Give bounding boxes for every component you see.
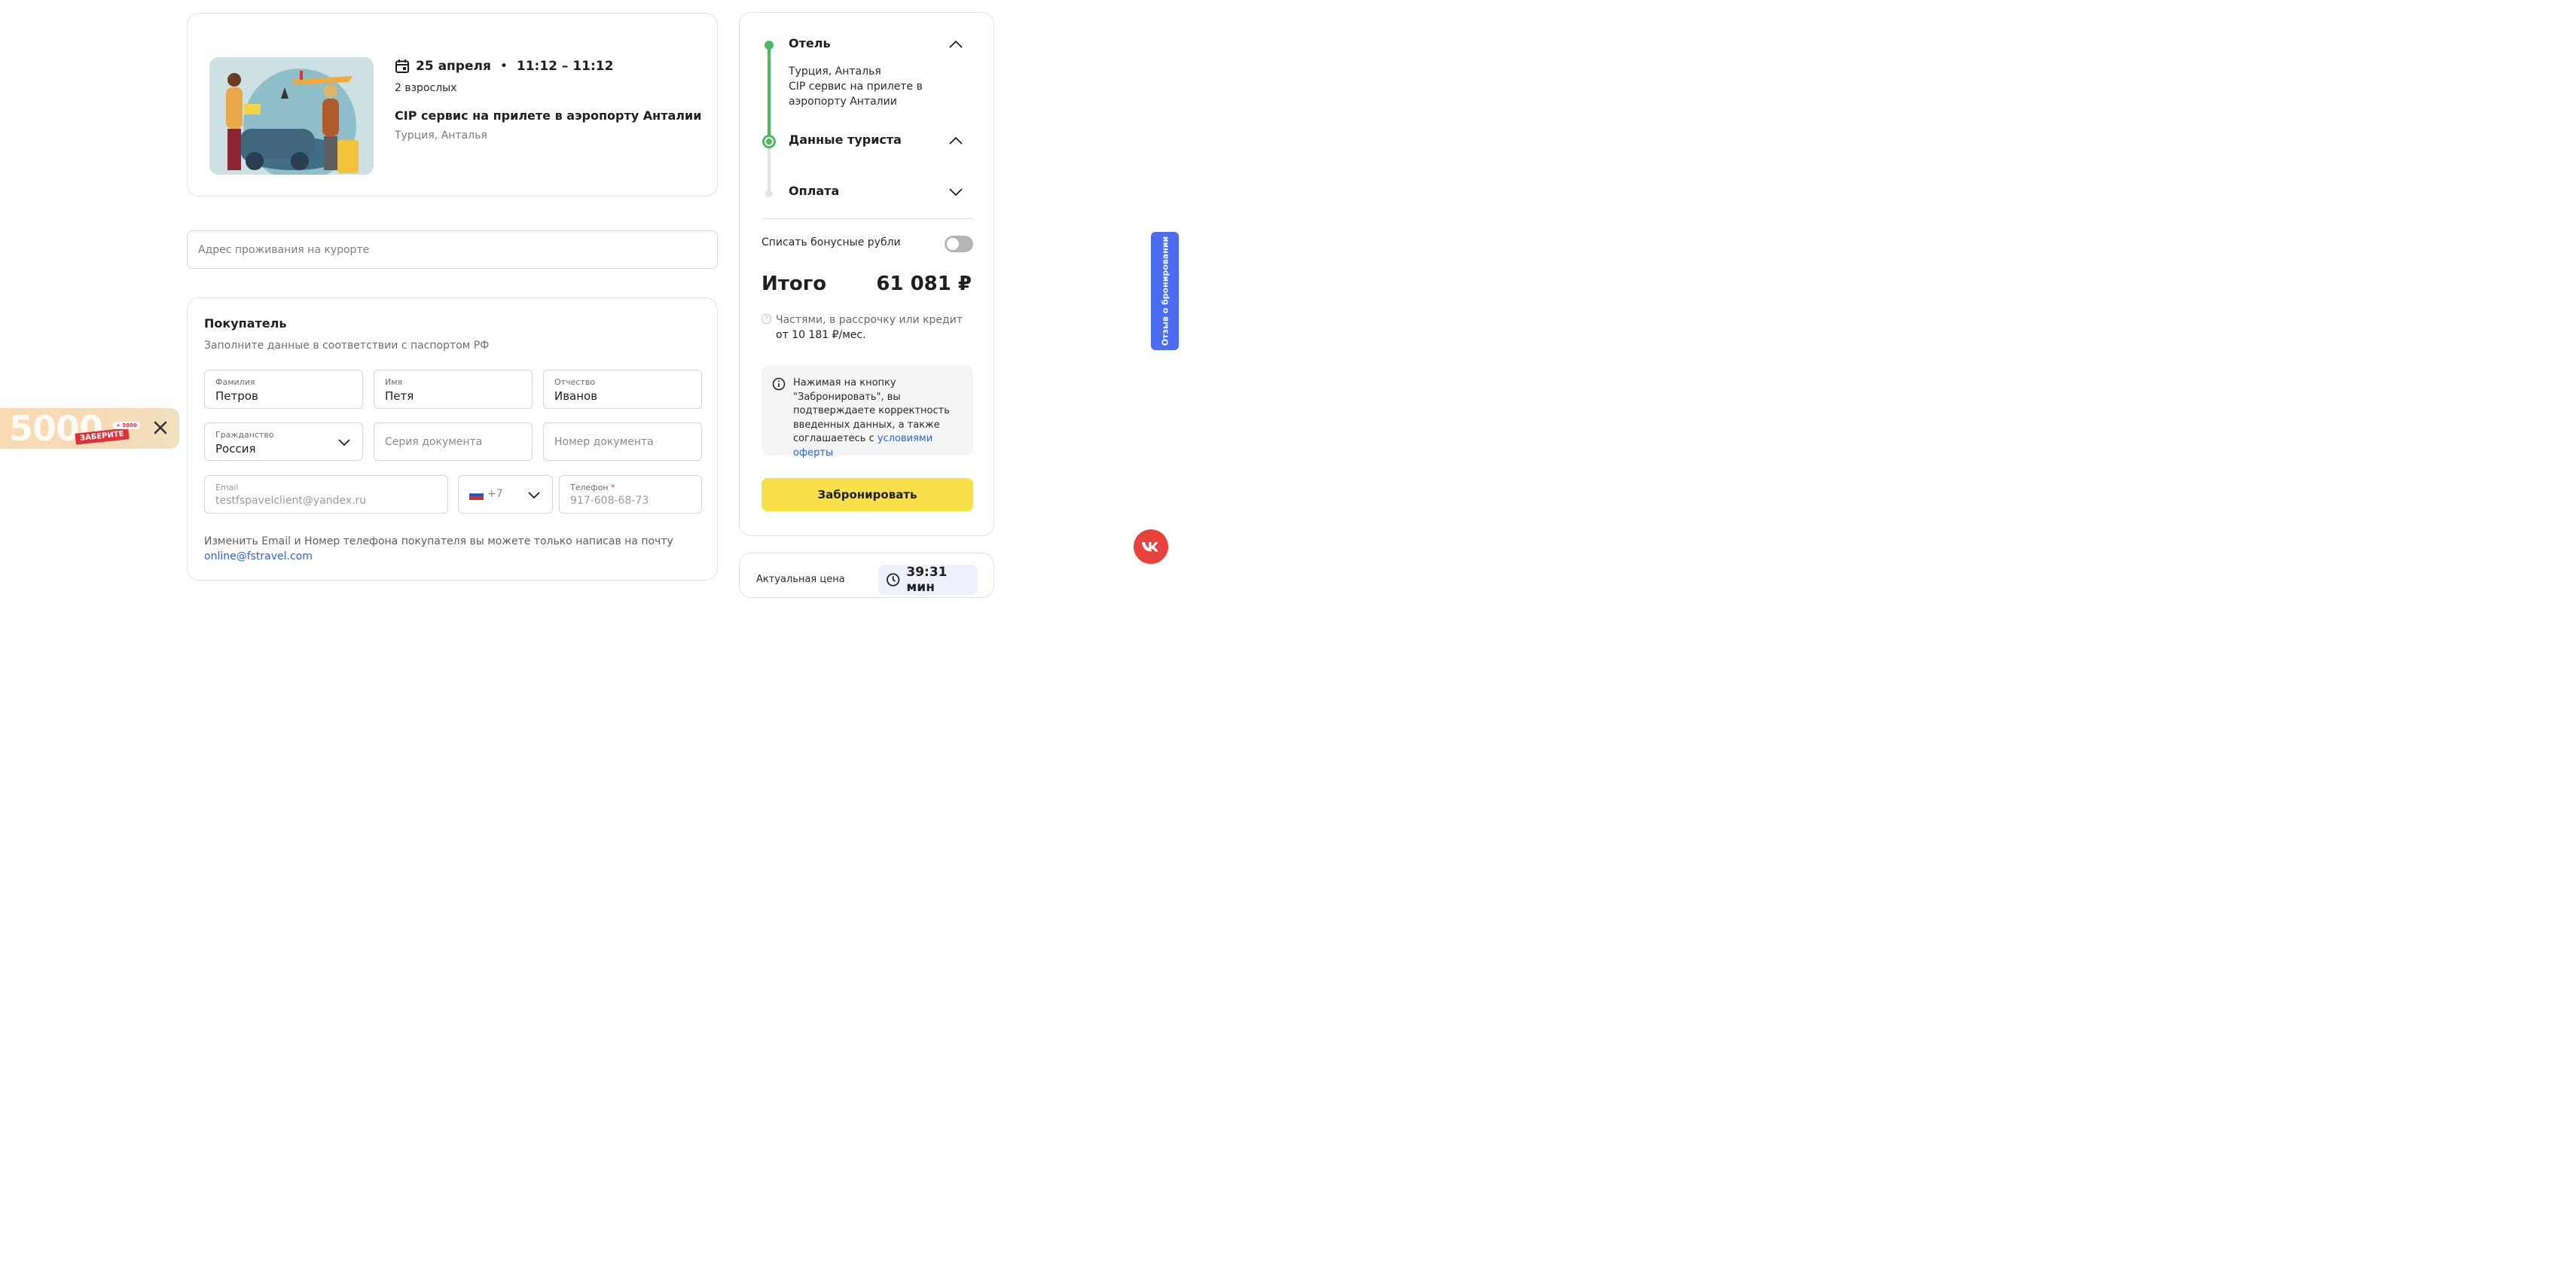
booking-summary-card: Отель Турция, Анталья CIP сервис на прил… xyxy=(739,12,994,536)
feedback-tab-label: Отзыв о бронировании xyxy=(1160,236,1170,346)
total-label: Итого xyxy=(762,273,827,295)
service-location: Турция, Анталья xyxy=(395,130,487,142)
book-button[interactable]: Забронировать xyxy=(762,478,973,511)
hotel-location: Турция, Анталья xyxy=(789,66,881,78)
bonus-label: Списать бонусные рубли xyxy=(762,236,901,248)
surname-field[interactable]: Фамилия Петров xyxy=(204,370,363,409)
change-contact-note: Изменить Email и Номер телефона покупате… xyxy=(204,534,701,564)
promo-badge: + 5000 xyxy=(113,422,140,429)
buyer-subtitle: Заполните данные в соответствии с паспор… xyxy=(204,340,490,352)
step-hotel-title[interactable]: Отель xyxy=(789,36,831,50)
citizenship-select[interactable]: Гражданство Россия xyxy=(204,422,363,461)
product-info: 25 апреля • 11:12 – 11:12 2 взрослых CIP… xyxy=(395,57,701,142)
total-amount: 61 081 ₽ xyxy=(876,273,972,295)
phone-label-text: Телефон xyxy=(570,483,609,492)
service-time: 11:12 – 11:12 xyxy=(516,59,614,74)
citizenship-label: Гражданство xyxy=(215,430,274,440)
service-title: CIP сервис на прилете в аэропорту Антали… xyxy=(395,108,702,123)
step-dot-hotel xyxy=(765,41,774,50)
question-icon: ? xyxy=(762,314,771,324)
price-timer-card: Актуальная цена 39:31 мин xyxy=(739,553,994,598)
installment-text: Частями, в рассрочку или кредит от 10 18… xyxy=(776,312,963,343)
feedback-tab[interactable]: Отзыв о бронировании xyxy=(1151,232,1179,350)
patronymic-label: Отчество xyxy=(554,377,596,387)
hotel-service: CIP сервис на прилете в аэропорту Антали… xyxy=(789,81,923,108)
email-field[interactable]: Email testfspavelclient@yandex.ru xyxy=(204,475,448,514)
surname-value: Петров xyxy=(215,389,258,403)
chevron-down-icon[interactable] xyxy=(948,184,964,200)
phone-field[interactable]: Телефон * 917-608-68-73 xyxy=(559,475,702,514)
surname-label: Фамилия xyxy=(215,377,255,387)
vk-chat-button[interactable] xyxy=(1134,529,1168,564)
phone-label: Телефон * xyxy=(570,483,615,492)
date-time-line: 25 апреля • 11:12 – 11:12 xyxy=(395,57,701,75)
phone-value: 917-608-68-73 xyxy=(570,495,649,507)
service-illustration xyxy=(209,57,374,175)
offer-info-box: Нажимая на кнопку "Забронировать", вы по… xyxy=(762,365,973,459)
service-date: 25 апреля xyxy=(416,59,491,74)
timer-value: 39:31 мин xyxy=(906,565,948,595)
buyer-card: Покупатель Заполните данные в соответств… xyxy=(187,297,718,581)
email-value: testfspavelclient@yandex.ru xyxy=(215,495,367,507)
bonus-toggle[interactable] xyxy=(945,236,973,252)
installment-line2: от 10 181 ₽/мес. xyxy=(776,329,866,341)
resort-address-input[interactable] xyxy=(187,230,718,269)
name-field[interactable]: Имя Петя xyxy=(374,370,533,409)
support-email-link[interactable]: online@fstravel.com xyxy=(204,550,313,562)
hotel-details: Турция, Анталья CIP сервис на прилете в … xyxy=(789,64,939,109)
step-dot-payment xyxy=(765,190,773,197)
chevron-up-icon[interactable] xyxy=(948,133,964,149)
russia-flag-icon xyxy=(469,490,484,500)
progress-line-complete xyxy=(768,44,771,142)
timer-label: Актуальная цена xyxy=(756,574,845,585)
clock-icon xyxy=(887,573,900,587)
document-number-placeholder: Номер документа xyxy=(554,435,654,448)
email-label: Email xyxy=(215,483,239,492)
installment-line1: Частями, в рассрочку или кредит xyxy=(776,314,963,326)
chevron-down-icon xyxy=(528,491,540,498)
vk-icon xyxy=(1142,542,1158,552)
date-separator: • xyxy=(499,59,508,74)
step-tourist-title[interactable]: Данные туриста xyxy=(789,133,902,147)
chevron-up-icon[interactable] xyxy=(948,36,964,53)
calendar-icon xyxy=(395,59,409,73)
change-contact-text: Изменить Email и Номер телефона покупате… xyxy=(204,535,673,547)
divider xyxy=(762,218,973,219)
document-number-field[interactable]: Номер документа xyxy=(543,422,702,461)
step-dot-tourist xyxy=(762,135,776,148)
citizenship-value: Россия xyxy=(215,442,256,456)
info-icon xyxy=(772,377,786,391)
installment-info[interactable]: ? Частями, в рассрочку или кредит от 10 … xyxy=(762,312,963,343)
required-mark: * xyxy=(611,483,615,492)
product-card: 25 апреля • 11:12 – 11:12 2 взрослых CIP… xyxy=(187,13,718,197)
progress-line-pending xyxy=(768,142,771,194)
document-series-field[interactable]: Серия документа xyxy=(374,422,533,461)
promo-banner[interactable]: 5000 ЗАБЕРИТЕ + 5000 xyxy=(0,408,179,449)
close-icon[interactable] xyxy=(151,418,170,437)
guests-count: 2 взрослых xyxy=(395,82,457,94)
phone-code-select[interactable]: +7 xyxy=(458,475,553,514)
toggle-knob xyxy=(947,238,959,250)
patronymic-value: Иванов xyxy=(554,389,598,403)
chevron-down-icon xyxy=(338,438,350,446)
phone-code-value: +7 xyxy=(487,488,503,500)
timer-pill: 39:31 мин xyxy=(878,565,978,595)
step-payment-title[interactable]: Оплата xyxy=(789,184,839,198)
name-value: Петя xyxy=(385,389,414,403)
name-label: Имя xyxy=(385,377,403,387)
document-series-placeholder: Серия документа xyxy=(385,435,483,448)
buyer-title: Покупатель xyxy=(204,316,287,331)
patronymic-field[interactable]: Отчество Иванов xyxy=(543,370,702,409)
